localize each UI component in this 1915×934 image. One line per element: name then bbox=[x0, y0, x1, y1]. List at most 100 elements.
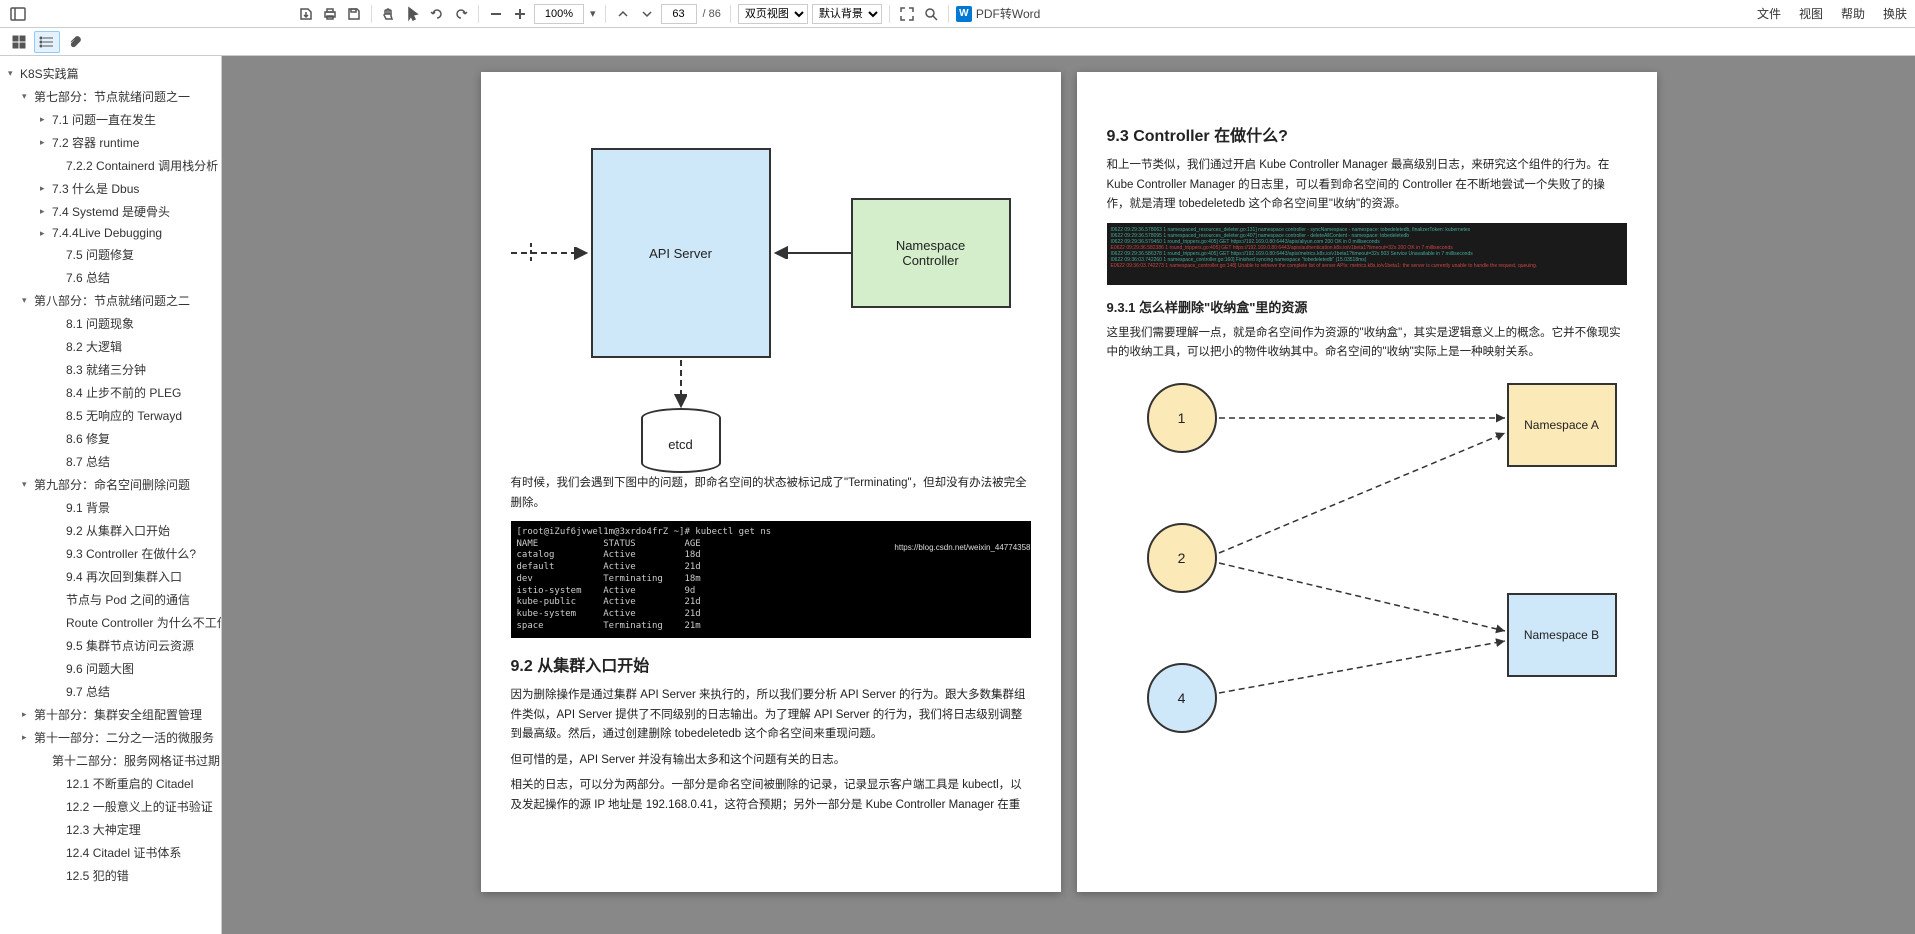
toc-label: 7.4 Systemd 是硬骨头 bbox=[52, 203, 170, 220]
pdf-to-word-label: PDF转Word bbox=[976, 5, 1040, 22]
rotate-left-icon[interactable] bbox=[427, 4, 447, 24]
toc-item[interactable]: 9.6 问题大图 bbox=[0, 657, 221, 680]
toc-item[interactable]: 8.1 问题现象 bbox=[0, 312, 221, 335]
page-left: API Server Namespace Controller etcd htt… bbox=[481, 72, 1061, 892]
outline-tab[interactable] bbox=[34, 31, 60, 53]
toc-item[interactable]: ▸7.1 问题一直在发生 bbox=[0, 108, 221, 131]
toc-item[interactable]: 12.5 犯的错 bbox=[0, 864, 221, 887]
toc-arrow-icon: ▸ bbox=[40, 228, 52, 239]
toc-item[interactable]: 8.4 止步不前的 PLEG bbox=[0, 381, 221, 404]
toc-label: 7.6 总结 bbox=[66, 269, 110, 286]
toc-label: 8.3 就绪三分钟 bbox=[66, 361, 146, 378]
toc-item[interactable]: 12.1 不断重启的 Citadel bbox=[0, 772, 221, 795]
toc-label: 7.2.2 Containerd 调用栈分析 bbox=[66, 157, 218, 174]
menu-file[interactable]: 文件 bbox=[1757, 5, 1781, 22]
fullscreen-icon[interactable] bbox=[897, 4, 917, 24]
toc-label: 7.1 问题一直在发生 bbox=[52, 111, 156, 128]
toc-item[interactable]: 12.2 一般意义上的证书验证 bbox=[0, 795, 221, 818]
top-toolbar: ▾ / 86 双页视图 默认背景 W PDF转Word 文件 视图 帮助 换肤 bbox=[0, 0, 1915, 28]
toc-item[interactable]: 8.3 就绪三分钟 bbox=[0, 358, 221, 381]
print-icon[interactable] bbox=[320, 4, 340, 24]
toc-label: 12.4 Citadel 证书体系 bbox=[66, 844, 181, 861]
toc-label: 第七部分：节点就绪问题之一 bbox=[34, 88, 190, 105]
api-server-box: API Server bbox=[591, 148, 771, 358]
page-input[interactable] bbox=[661, 4, 697, 24]
word-icon: W bbox=[956, 6, 972, 22]
toc-item[interactable]: ▾第八部分：节点就绪问题之二 bbox=[0, 289, 221, 312]
toc-arrow-icon: ▸ bbox=[40, 137, 52, 148]
toc-item[interactable]: ▾第七部分：节点就绪问题之一 bbox=[0, 85, 221, 108]
toc-item[interactable]: 7.6 总结 bbox=[0, 266, 221, 289]
toc-item[interactable]: 12.3 大神定理 bbox=[0, 818, 221, 841]
toc-item[interactable]: 9.1 背景 bbox=[0, 496, 221, 519]
toc-item[interactable]: 9.4 再次回到集群入口 bbox=[0, 565, 221, 588]
zoom-input[interactable] bbox=[534, 4, 584, 24]
terminal-output: [root@iZuf6jvwel1m@3xrdo4frZ ~]# kubectl… bbox=[511, 521, 1031, 638]
toc-item[interactable]: ▸7.3 什么是 Dbus bbox=[0, 177, 221, 200]
search-icon[interactable] bbox=[921, 4, 941, 24]
toc-label: 9.3 Controller 在做什么? bbox=[66, 545, 196, 562]
section-heading-9-3: 9.3 Controller 在做什么? bbox=[1107, 122, 1627, 146]
toc-arrow-icon: ▾ bbox=[22, 479, 34, 490]
etcd-cylinder: etcd bbox=[641, 408, 721, 478]
page-up-icon[interactable] bbox=[613, 4, 633, 24]
toc-label: 9.5 集群节点访问云资源 bbox=[66, 637, 194, 654]
attachment-tab[interactable] bbox=[62, 31, 88, 53]
toc-label: 8.2 大逻辑 bbox=[66, 338, 122, 355]
toc-item[interactable]: ▸7.2 容器 runtime bbox=[0, 131, 221, 154]
pointer-tool-icon[interactable] bbox=[403, 4, 423, 24]
hand-tool-icon[interactable] bbox=[379, 4, 399, 24]
bg-mode-select[interactable]: 默认背景 bbox=[812, 4, 882, 24]
toc-item[interactable]: 9.5 集群节点访问云资源 bbox=[0, 634, 221, 657]
view-mode-select[interactable]: 双页视图 bbox=[738, 4, 808, 24]
sidebar-toggle-icon[interactable] bbox=[8, 4, 28, 24]
toc-item[interactable]: 8.5 无响应的 Terwayd bbox=[0, 404, 221, 427]
pdf-to-word-button[interactable]: W PDF转Word bbox=[956, 5, 1040, 22]
zoom-in-icon[interactable] bbox=[510, 4, 530, 24]
toc-label: 12.5 犯的错 bbox=[66, 867, 129, 884]
toc-label: K8S实践篇 bbox=[20, 65, 79, 82]
toc-item[interactable]: 9.2 从集群入口开始 bbox=[0, 519, 221, 542]
paragraph: 和上一节类似，我们通过开启 Kube Controller Manager 最高… bbox=[1107, 156, 1627, 215]
toc-item[interactable]: 8.6 修复 bbox=[0, 427, 221, 450]
toc-item[interactable]: 7.2.2 Containerd 调用栈分析 bbox=[0, 154, 221, 177]
export-icon[interactable] bbox=[296, 4, 316, 24]
rotate-right-icon[interactable] bbox=[451, 4, 471, 24]
document-viewer[interactable]: API Server Namespace Controller etcd htt… bbox=[222, 56, 1915, 934]
toc-arrow-icon: ▾ bbox=[22, 91, 34, 102]
page-down-icon[interactable] bbox=[637, 4, 657, 24]
toc-item[interactable]: 7.5 问题修复 bbox=[0, 243, 221, 266]
toc-arrow-icon: ▾ bbox=[8, 68, 20, 79]
toc-item[interactable]: 8.7 总结 bbox=[0, 450, 221, 473]
toc-item[interactable]: ▾K8S实践篇 bbox=[0, 62, 221, 85]
toc-sidebar[interactable]: ▾K8S实践篇▾第七部分：节点就绪问题之一▸7.1 问题一直在发生▸7.2 容器… bbox=[0, 56, 222, 934]
toc-label: 7.5 问题修复 bbox=[66, 246, 134, 263]
toc-label: 9.6 问题大图 bbox=[66, 660, 134, 677]
toc-item[interactable]: ▾第九部分：命名空间删除问题 bbox=[0, 473, 221, 496]
menu-view[interactable]: 视图 bbox=[1799, 5, 1823, 22]
zoom-out-icon[interactable] bbox=[486, 4, 506, 24]
toc-item[interactable]: ▸7.4.4Live Debugging bbox=[0, 223, 221, 243]
toc-label: 7.3 什么是 Dbus bbox=[52, 180, 139, 197]
toc-item[interactable]: 节点与 Pod 之间的通信 bbox=[0, 588, 221, 611]
toc-item[interactable]: 第十二部分：服务网格证书过期问题 bbox=[0, 749, 221, 772]
section-heading-9-2: 9.2 从集群入口开始 bbox=[511, 652, 1031, 676]
toc-item[interactable]: Route Controller 为什么不工作? bbox=[0, 611, 221, 634]
toc-item[interactable]: 8.2 大逻辑 bbox=[0, 335, 221, 358]
toc-item[interactable]: ▸第十部分：集群安全组配置管理 bbox=[0, 703, 221, 726]
save-icon[interactable] bbox=[344, 4, 364, 24]
toc-label: 7.4.4Live Debugging bbox=[52, 226, 162, 240]
toc-item[interactable]: ▸第十一部分：二分之一活的微服务 bbox=[0, 726, 221, 749]
toc-label: 第十部分：集群安全组配置管理 bbox=[34, 706, 202, 723]
menu-help[interactable]: 帮助 bbox=[1841, 5, 1865, 22]
thumbnail-tab[interactable] bbox=[6, 31, 32, 53]
toc-item[interactable]: 9.7 总结 bbox=[0, 680, 221, 703]
log-output: I0622 09:29:36.578063 1 namespaced_resou… bbox=[1107, 223, 1627, 285]
menu-skin[interactable]: 换肤 bbox=[1883, 5, 1907, 22]
toc-item[interactable]: ▸7.4 Systemd 是硬骨头 bbox=[0, 200, 221, 223]
sidebar-tabs bbox=[0, 28, 1915, 56]
toc-item[interactable]: 9.3 Controller 在做什么? bbox=[0, 542, 221, 565]
paragraph: 但可惜的是，API Server 并没有输出太多和这个问题有关的日志。 bbox=[511, 751, 1031, 771]
zoom-dropdown-icon[interactable]: ▾ bbox=[588, 7, 598, 20]
toc-item[interactable]: 12.4 Citadel 证书体系 bbox=[0, 841, 221, 864]
